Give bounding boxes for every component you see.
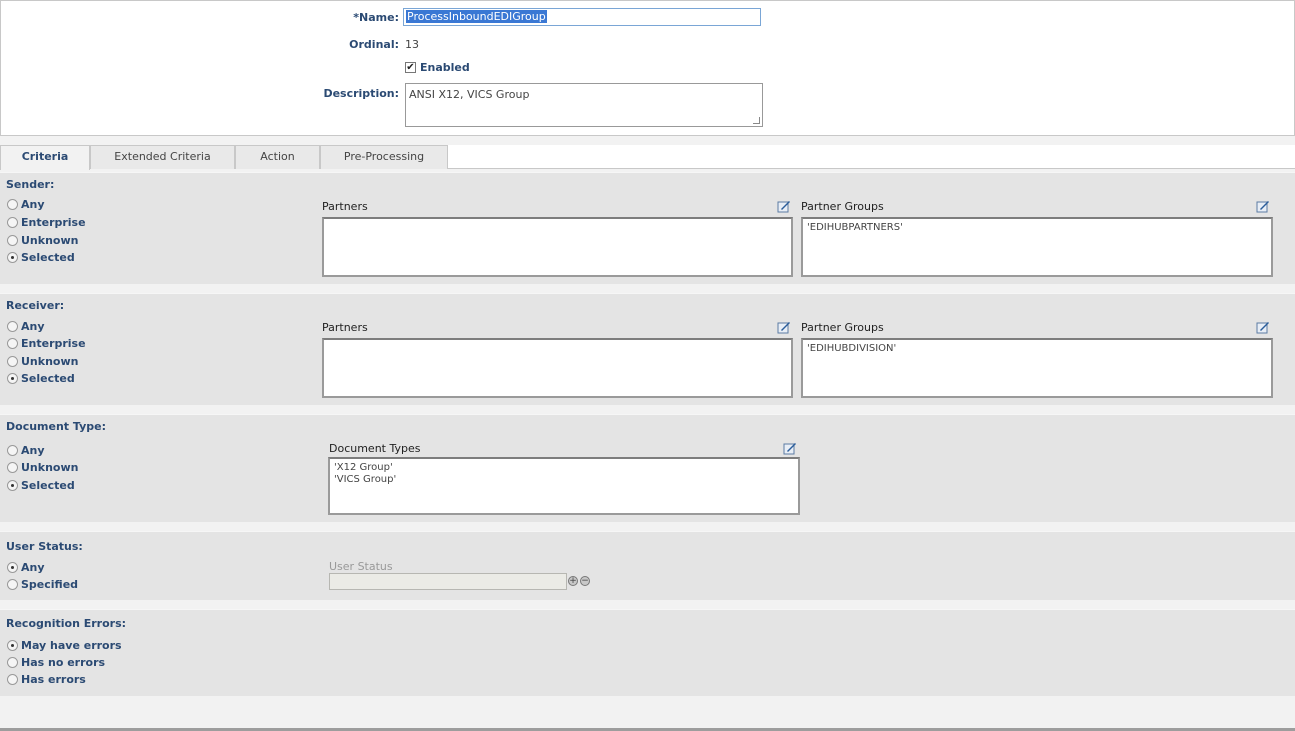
radio-label: May have errors [21,639,122,652]
receiver-radio-selected[interactable]: Selected [7,372,75,385]
tab-bar: Criteria Extended Criteria Action Pre-Pr… [0,145,1295,170]
sender-radio-enterprise[interactable]: Enterprise [7,216,86,229]
minus-circle-icon[interactable]: − [580,576,590,586]
radio-label: Any [21,198,45,211]
recognition-errors-radio-has[interactable]: Has errors [7,673,86,686]
description-label: Description: [323,87,399,100]
plus-circle-icon[interactable]: + [568,576,578,586]
radio-icon[interactable] [7,674,18,685]
document-types-label: Document Types [329,442,421,455]
radio-icon[interactable] [7,199,18,210]
ordinal-value: 13 [405,38,419,51]
receiver-section: Receiver: Any Enterprise Unknown Selecte… [0,293,1295,405]
sender-partners-label: Partners [322,200,368,213]
receiver-partner-groups-list[interactable]: 'EDIHUBDIVISION' [801,338,1273,398]
recognition-errors-title: Recognition Errors: [6,617,127,630]
radio-selected-icon[interactable] [7,480,18,491]
document-type-radio-selected[interactable]: Selected [7,479,75,492]
document-type-radio-any[interactable]: Any [7,444,45,457]
user-status-radio-specified[interactable]: Specified [7,578,78,591]
list-item[interactable]: 'X12 Group' [334,462,794,474]
tab-pre-processing[interactable]: Pre-Processing [320,145,448,169]
sender-partner-groups-list[interactable]: 'EDIHUBPARTNERS' [801,217,1273,277]
resize-grip-icon[interactable] [753,117,760,124]
list-item[interactable]: 'VICS Group' [334,474,794,486]
edit-icon[interactable] [1256,320,1270,334]
radio-label: Has errors [21,673,86,686]
edit-icon[interactable] [777,320,791,334]
radio-label: Selected [21,372,75,385]
name-input-value: ProcessInboundEDIGroup [406,10,547,23]
receiver-radio-enterprise[interactable]: Enterprise [7,337,86,350]
recognition-errors-radio-may-have[interactable]: May have errors [7,639,122,652]
user-status-field-label: User Status [329,560,393,573]
checkmark-icon[interactable]: ✔ [405,62,416,73]
radio-label: Any [21,320,45,333]
sender-partner-groups-label: Partner Groups [801,200,884,213]
receiver-partners-list[interactable] [322,338,793,398]
document-types-list[interactable]: 'X12 Group' 'VICS Group' [328,457,800,515]
description-textarea[interactable]: ANSI X12, VICS Group [405,83,763,127]
sender-radio-selected[interactable]: Selected [7,251,75,264]
receiver-title: Receiver: [6,299,65,312]
recognition-errors-radio-has-no[interactable]: Has no errors [7,656,105,669]
radio-icon[interactable] [7,657,18,668]
radio-label: Selected [21,251,75,264]
receiver-partners-label: Partners [322,321,368,334]
list-item[interactable]: 'EDIHUBPARTNERS' [807,222,1267,234]
sender-radio-any[interactable]: Any [7,198,45,211]
name-input[interactable]: ProcessInboundEDIGroup [403,8,761,26]
radio-icon[interactable] [7,321,18,332]
document-type-title: Document Type: [6,420,106,433]
radio-selected-icon[interactable] [7,562,18,573]
receiver-partner-groups-label: Partner Groups [801,321,884,334]
receiver-radio-unknown[interactable]: Unknown [7,355,78,368]
enabled-label: Enabled [420,61,470,74]
radio-label: Any [21,444,45,457]
recognition-errors-section: Recognition Errors: May have errors Has … [0,609,1295,696]
list-item[interactable]: 'EDIHUBDIVISION' [807,343,1267,355]
radio-label: Unknown [21,461,79,474]
receiver-radio-any[interactable]: Any [7,320,45,333]
document-type-radio-unknown[interactable]: Unknown [7,461,78,474]
sender-partners-list[interactable] [322,217,793,277]
radio-label: Any [21,561,45,574]
radio-label: Has no errors [21,656,106,669]
radio-icon[interactable] [7,445,18,456]
tab-criteria[interactable]: Criteria [0,145,90,170]
sender-title: Sender: [6,178,55,191]
ordinal-label: Ordinal: [349,38,399,51]
edit-icon[interactable] [1256,199,1270,213]
radio-label: Unknown [21,234,79,247]
radio-label: Unknown [21,355,79,368]
tab-action[interactable]: Action [235,145,320,169]
radio-icon[interactable] [7,579,18,590]
radio-label: Enterprise [21,337,86,350]
user-status-title: User Status: [6,540,83,553]
radio-icon[interactable] [7,217,18,228]
radio-selected-icon[interactable] [7,373,18,384]
user-status-radio-any[interactable]: Any [7,561,45,574]
user-status-section: User Status: Any Specified User Status +… [0,531,1295,600]
radio-label: Specified [21,578,79,591]
header-form: *Name: ProcessInboundEDIGroup Ordinal: 1… [0,0,1295,136]
sender-section: Sender: Any Enterprise Unknown Selected … [0,172,1295,284]
enabled-checkbox[interactable]: ✔ Enabled [405,61,470,74]
tab-extended-criteria[interactable]: Extended Criteria [90,145,235,169]
radio-icon[interactable] [7,338,18,349]
radio-selected-icon[interactable] [7,252,18,263]
radio-selected-icon[interactable] [7,640,18,651]
radio-label: Enterprise [21,216,86,229]
radio-icon[interactable] [7,356,18,367]
name-label: *Name: [353,11,399,24]
sender-radio-unknown[interactable]: Unknown [7,234,78,247]
edit-icon[interactable] [777,199,791,213]
user-status-input[interactable] [329,573,567,590]
edit-icon[interactable] [783,441,797,455]
document-type-section: Document Type: Any Unknown Selected Docu… [0,414,1295,522]
radio-icon[interactable] [7,235,18,246]
radio-label: Selected [21,479,75,492]
radio-icon[interactable] [7,462,18,473]
description-value: ANSI X12, VICS Group [409,88,530,101]
